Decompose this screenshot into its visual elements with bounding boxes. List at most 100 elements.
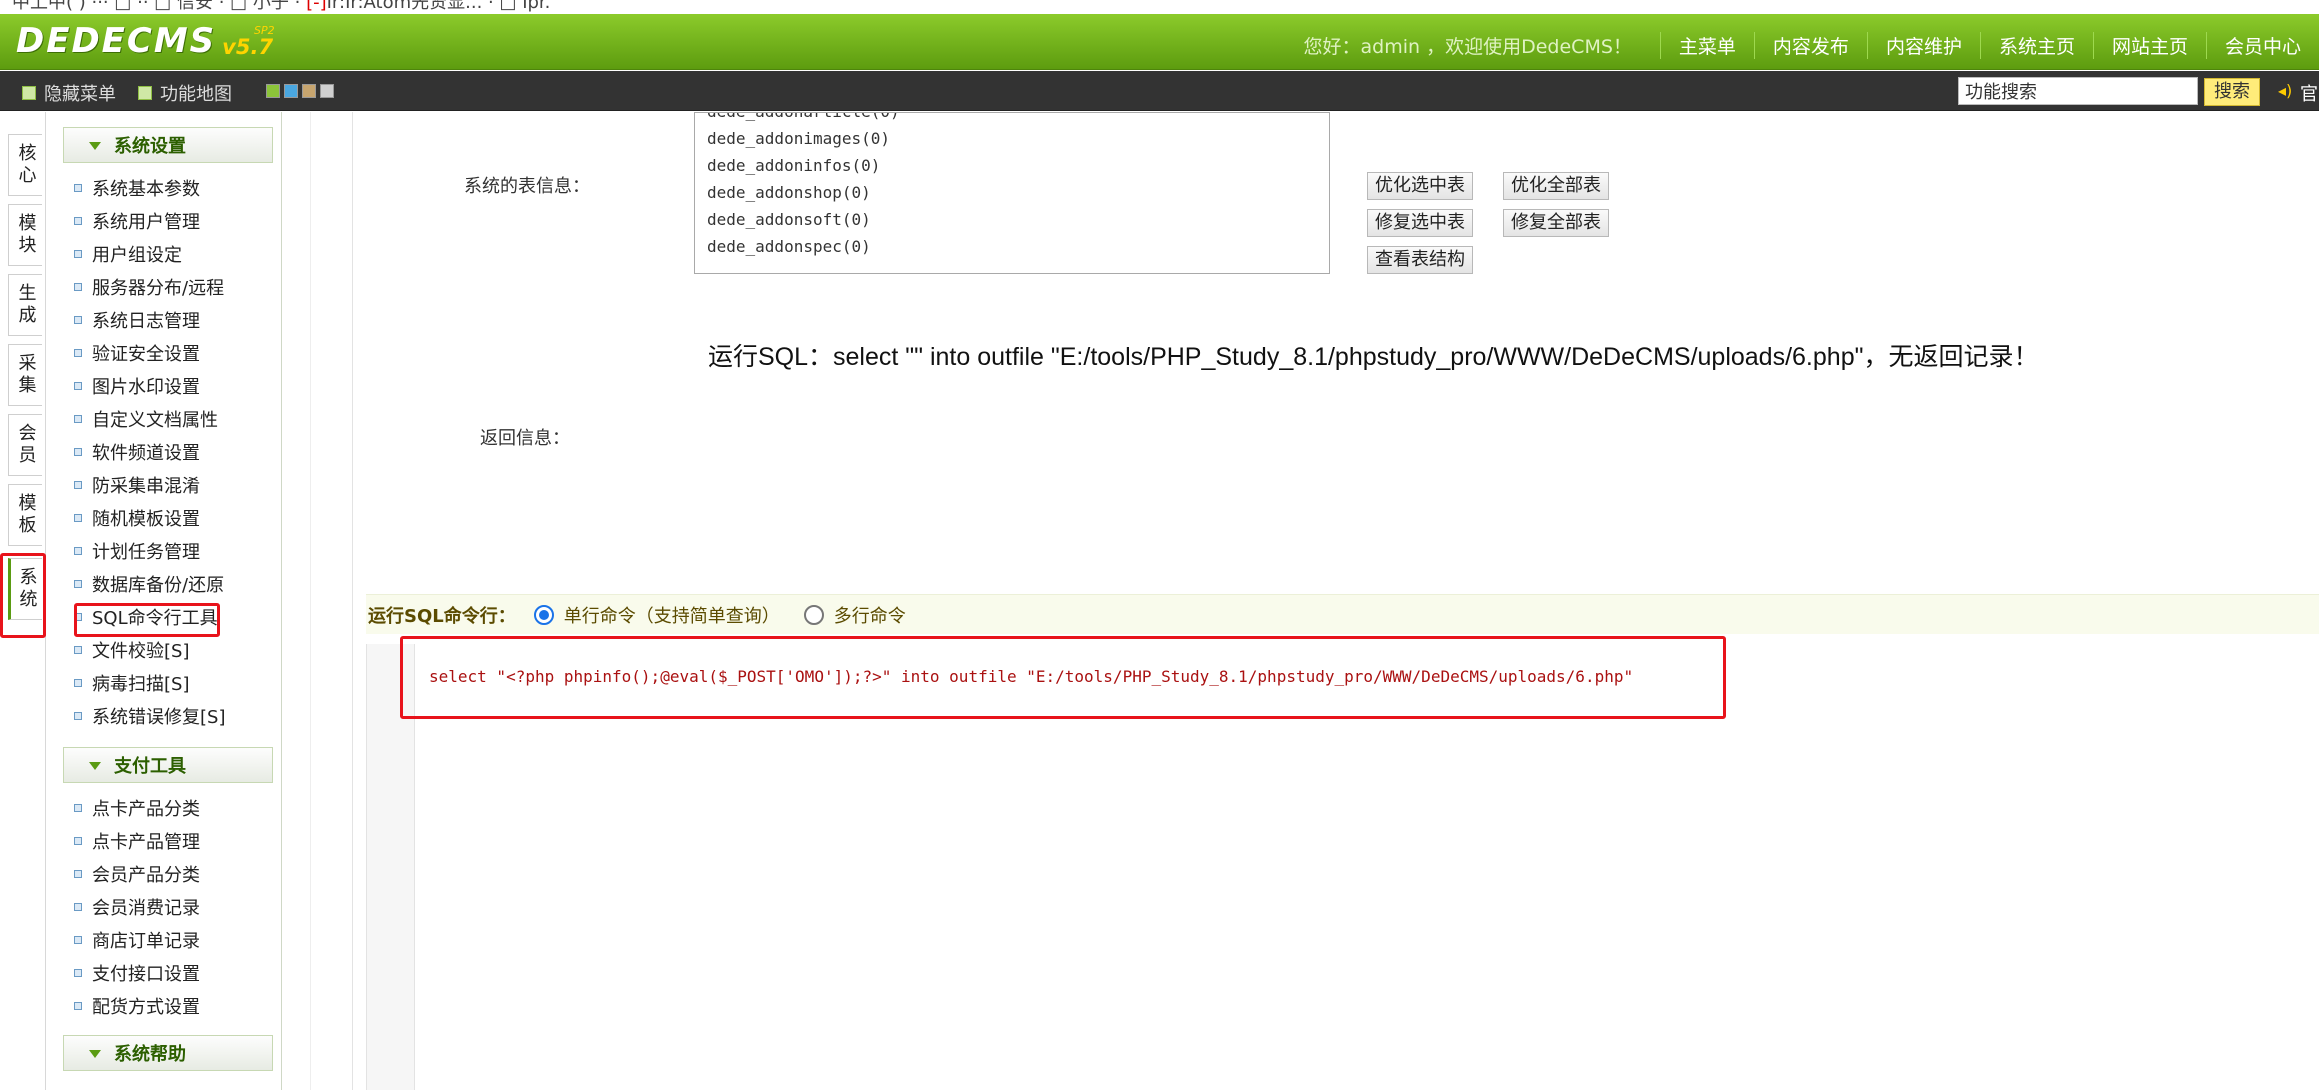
single-line-label[interactable]: 单行命令（支持简单查询） <box>564 602 780 628</box>
version-suffix: SP2 <box>254 24 275 37</box>
bullet-icon <box>74 349 82 357</box>
bullet-icon <box>74 250 82 258</box>
browser-tab-text-right: Ir:Ir:Atom先贤显... · □ Ipr. <box>326 0 551 13</box>
bullet-icon <box>74 580 82 588</box>
menu-item[interactable]: 计划任务管理 <box>74 537 200 565</box>
tab-member[interactable]: 会员 <box>8 414 42 476</box>
section-title: 系统设置 <box>114 136 186 157</box>
menu-item[interactable]: 随机模板设置 <box>74 504 200 532</box>
bullet-icon <box>74 481 82 489</box>
menu-item[interactable]: 系统用户管理 <box>74 207 200 235</box>
menu-item-label: 系统基本参数 <box>92 179 200 200</box>
menu-item-label: 自定义文档属性 <box>92 410 218 431</box>
menu-item[interactable]: 会员消费记录 <box>74 893 200 921</box>
skin-green-swatch[interactable] <box>266 84 280 98</box>
bullet-icon <box>74 646 82 654</box>
greeting-text: 您好：admin ，欢迎使用DedeCMS！ <box>1303 36 1632 58</box>
menu-item[interactable]: 系统基本参数 <box>74 174 200 202</box>
menu-item[interactable]: 商店订单记录 <box>74 926 200 954</box>
nav-member-center[interactable]: 会员中心 <box>2205 32 2319 59</box>
table-option[interactable]: dede_addoninfos(0) <box>707 152 1317 179</box>
repair-all-button[interactable]: 修复全部表 <box>1503 209 1609 237</box>
bullet-icon <box>74 936 82 944</box>
menu-item[interactable]: 病毒扫描[S] <box>74 669 189 697</box>
menu-item[interactable]: 系统日志管理 <box>74 306 200 334</box>
tab-collect[interactable]: 采集 <box>8 344 42 406</box>
search-button[interactable]: 搜索 <box>2204 78 2260 106</box>
tab-generate[interactable]: 生成 <box>8 274 42 336</box>
tab-core[interactable]: 核心 <box>8 134 42 196</box>
function-search-input[interactable] <box>1958 77 2198 105</box>
menu-item[interactable]: 防采集串混淆 <box>74 471 200 499</box>
toolbar-right-text[interactable]: 官 <box>2300 80 2318 106</box>
menu-item-label: 点卡产品管理 <box>92 832 200 853</box>
menu-item-label: 数据库备份/还原 <box>92 575 225 596</box>
menu-item[interactable]: 服务器分布/远程 <box>74 273 224 301</box>
tab-module[interactable]: 模块 <box>8 204 42 266</box>
nav-system-home[interactable]: 系统主页 <box>1979 32 2093 59</box>
view-structure-button[interactable]: 查看表结构 <box>1367 246 1473 274</box>
menu-item[interactable]: 自定义文档属性 <box>74 405 218 433</box>
browser-tab-strip: 中上中( ) ··· □ ·· □ 信安 · □ 小子 · [-]Ir:Ir:A… <box>0 0 2319 14</box>
nav-content-maintain[interactable]: 内容维护 <box>1866 32 1980 59</box>
menu-item[interactable]: 软件频道设置 <box>74 438 200 466</box>
bullet-icon <box>74 217 82 225</box>
menu-item[interactable]: 图片水印设置 <box>74 372 200 400</box>
menu-item[interactable]: 系统错误修复[S] <box>74 702 225 730</box>
menu-item[interactable]: 会员产品分类 <box>74 860 200 888</box>
skin-blue-swatch[interactable] <box>284 84 298 98</box>
table-option[interactable]: dede_addonimages(0) <box>707 125 1317 152</box>
table-option[interactable]: dede_addonarticle(0) <box>707 113 1317 125</box>
skin-gray-swatch[interactable] <box>320 84 334 98</box>
menu-item-label: 用户组设定 <box>92 245 182 266</box>
table-option[interactable]: dede_addonspec(0) <box>707 233 1317 260</box>
table-option[interactable]: dede_addonsoft(0) <box>707 206 1317 233</box>
menu-item-label: 系统错误修复[S] <box>92 707 226 728</box>
table-list-box[interactable]: dede_addonarticle(0) dede_addonimages(0)… <box>694 112 1330 274</box>
menu-item-label: 计划任务管理 <box>92 542 200 563</box>
table-option[interactable]: dede_addonshop(0) <box>707 179 1317 206</box>
bullet-icon <box>74 448 82 456</box>
menu-item[interactable]: 文件校验[S] <box>74 636 189 664</box>
hide-menu-label: 隐藏菜单 <box>44 84 116 105</box>
skin-brown-swatch[interactable] <box>302 84 316 98</box>
menu-item-label: 病毒扫描[S] <box>92 674 190 695</box>
nav-site-home[interactable]: 网站主页 <box>2092 32 2206 59</box>
section-payment-tools[interactable]: 支付工具 <box>63 747 273 783</box>
optimize-all-button[interactable]: 优化全部表 <box>1503 172 1609 200</box>
top-header: DEDECMS v5.7 SP2 您好：admin ，欢迎使用DedeCMS！ … <box>0 14 2319 70</box>
multi-line-radio[interactable] <box>803 604 824 625</box>
nav-main-menu[interactable]: 主菜单 <box>1659 32 1754 59</box>
bullet-icon <box>74 969 82 977</box>
single-line-radio[interactable] <box>533 604 554 625</box>
menu-item-label: 商店订单记录 <box>92 931 200 952</box>
section-title: 支付工具 <box>114 756 186 777</box>
hide-menu-button[interactable]: 隐藏菜单 <box>22 80 116 106</box>
function-map-button[interactable]: 功能地图 <box>138 80 232 106</box>
menu-item-label: 点卡产品分类 <box>92 799 200 820</box>
section-title: 系统帮助 <box>114 1044 186 1065</box>
menu-item-label: 文件校验[S] <box>92 641 190 662</box>
bullet-icon <box>74 870 82 878</box>
bullet-icon <box>74 1002 82 1010</box>
multi-line-label[interactable]: 多行命令 <box>834 602 906 628</box>
menu-item[interactable]: 配货方式设置 <box>74 992 200 1020</box>
menu-item[interactable]: 点卡产品分类 <box>74 794 200 822</box>
menu-item[interactable]: 点卡产品管理 <box>74 827 200 855</box>
section-system-help[interactable]: 系统帮助 <box>63 1035 273 1071</box>
tab-template[interactable]: 模板 <box>8 484 42 546</box>
menu-item[interactable]: 验证安全设置 <box>74 339 200 367</box>
menu-item-label: 支付接口设置 <box>92 964 200 985</box>
optimize-selected-button[interactable]: 优化选中表 <box>1367 172 1473 200</box>
bullet-icon <box>74 415 82 423</box>
menu-item[interactable]: 数据库备份/还原 <box>74 570 224 598</box>
section-system-settings[interactable]: 系统设置 <box>63 127 273 163</box>
bullet-icon <box>74 679 82 687</box>
menu-item[interactable]: 用户组设定 <box>74 240 182 268</box>
bullet-icon <box>74 804 82 812</box>
menu-item[interactable]: 支付接口设置 <box>74 959 200 987</box>
bullet-icon <box>74 184 82 192</box>
nav-content-publish[interactable]: 内容发布 <box>1753 32 1867 59</box>
repair-selected-button[interactable]: 修复选中表 <box>1367 209 1473 237</box>
highlight-sql-input <box>400 636 1726 719</box>
